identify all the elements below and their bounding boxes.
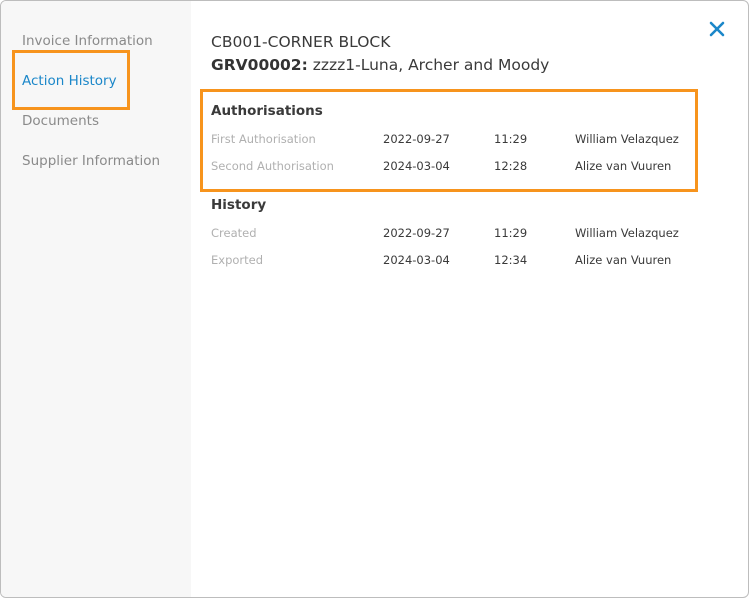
table-row: First Authorisation 2022-09-27 11:29 Wil… — [211, 132, 691, 150]
action-time: 11:29 — [494, 226, 528, 240]
action-label: Second Authorisation — [211, 159, 334, 173]
action-user: Alize van Vuuren — [575, 159, 672, 173]
action-user: William Velazquez — [575, 226, 679, 240]
action-date: 2024-03-04 — [383, 253, 450, 267]
action-date: 2022-09-27 — [383, 226, 450, 240]
table-row: Second Authorisation 2024-03-04 12:28 Al… — [211, 159, 691, 177]
supplier-name: zzzz1-Luna, Archer and Moody — [312, 56, 550, 74]
action-date: 2022-09-27 — [383, 132, 450, 146]
history-title: History — [211, 197, 267, 213]
action-history-modal: Invoice Information Action History Docum… — [0, 0, 749, 598]
action-date: 2024-03-04 — [383, 159, 450, 173]
authorisations-title: Authorisations — [211, 103, 323, 119]
grv-code: GRV00002: — [211, 56, 308, 74]
sidebar-item-supplier-information[interactable]: Supplier Information — [22, 153, 160, 169]
sidebar: Invoice Information Action History Docum… — [1, 1, 191, 597]
action-label: First Authorisation — [211, 132, 316, 146]
sidebar-item-action-history[interactable]: Action History — [22, 73, 117, 89]
close-icon — [709, 21, 725, 37]
close-button[interactable] — [707, 19, 727, 39]
table-row: Exported 2024-03-04 12:34 Alize van Vuur… — [211, 253, 691, 271]
table-row: Created 2022-09-27 11:29 William Velazqu… — [211, 226, 691, 244]
action-time: 12:28 — [494, 159, 528, 173]
action-time: 11:29 — [494, 132, 528, 146]
sidebar-item-invoice-information[interactable]: Invoice Information — [22, 33, 153, 49]
action-time: 12:34 — [494, 253, 528, 267]
action-user: Alize van Vuuren — [575, 253, 672, 267]
page-title: CB001-CORNER BLOCK — [211, 33, 391, 51]
grv-subtitle: GRV00002: zzzz1-Luna, Archer and Moody — [211, 56, 549, 74]
sidebar-item-documents[interactable]: Documents — [22, 113, 99, 129]
action-user: William Velazquez — [575, 132, 679, 146]
action-label: Exported — [211, 253, 264, 267]
action-label: Created — [211, 226, 257, 240]
